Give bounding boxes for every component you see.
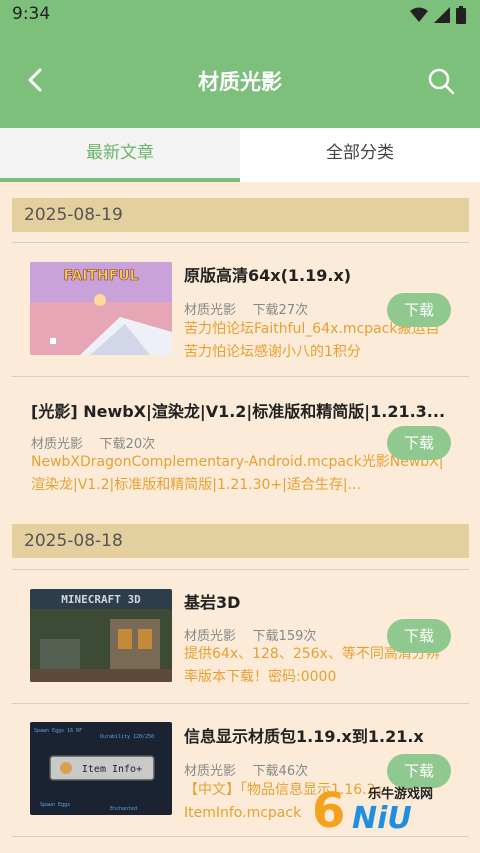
item-category: 材质光影 bbox=[31, 437, 84, 452]
svg-text:Enchanted: Enchanted bbox=[110, 806, 137, 812]
item-thumbnail[interactable]: MINECRAFT 3D bbox=[30, 589, 172, 682]
item-title[interactable]: 基岩3D bbox=[184, 589, 454, 613]
tab-bar: 最新文章 全部分类 bbox=[0, 128, 480, 182]
svg-text:Spawn Eggs 16 RF: Spawn Eggs 16 RF bbox=[34, 728, 82, 734]
item-meta: 材质光影 下载20次 bbox=[31, 433, 155, 452]
search-icon[interactable] bbox=[426, 66, 456, 96]
date-header: 2025-08-19 bbox=[12, 198, 469, 232]
item-meta: 材质光影 下载159次 bbox=[184, 625, 316, 644]
item-thumbnail[interactable]: FAITHFUL bbox=[30, 262, 172, 355]
signal-icon bbox=[434, 7, 450, 23]
download-button[interactable]: 下载 bbox=[387, 426, 451, 460]
download-button[interactable]: 下载 bbox=[387, 293, 451, 327]
item-thumbnail[interactable]: Spawn Eggs 16 RF Durability 120/250 Spaw… bbox=[30, 722, 172, 815]
item-downloads: 下载159次 bbox=[252, 629, 317, 644]
tab-latest-articles[interactable]: 最新文章 bbox=[0, 128, 240, 182]
status-bar: 9:34 bbox=[0, 0, 480, 32]
date-header: 2025-08-18 bbox=[12, 524, 469, 558]
item-meta: 材质光影 下载46次 bbox=[184, 760, 308, 779]
battery-icon bbox=[456, 6, 466, 24]
item-category: 材质光影 bbox=[184, 303, 237, 318]
item-category: 材质光影 bbox=[184, 764, 237, 779]
thumbnail-logo: MINECRAFT 3D bbox=[61, 593, 141, 606]
item-downloads: 下载46次 bbox=[252, 764, 309, 779]
list-item[interactable]: MINECRAFT 3D 基岩3D 材质光影 下载159次 提供64x、128、… bbox=[0, 569, 480, 703]
item-downloads: 下载20次 bbox=[99, 437, 156, 452]
item-title[interactable]: 原版高清64x(1.19.x) bbox=[184, 262, 454, 286]
watermark-brand: NiU bbox=[352, 801, 412, 836]
list-item[interactable]: [光影] NewbX|渲染龙|V1.2|标准版和精简版|1.21.3... 材质… bbox=[0, 376, 480, 518]
svg-text:Durability 120/250: Durability 120/250 bbox=[100, 734, 154, 740]
article-list[interactable]: 2025-08-19 FAITHFUL 原版高清64x(1.19.x) 材质光影… bbox=[0, 182, 480, 853]
item-title[interactable]: [光影] NewbX|渲染龙|V1.2|标准版和精简版|1.21.3... bbox=[31, 398, 451, 422]
watermark-logo-icon: 6 bbox=[312, 783, 346, 839]
wifi-icon bbox=[410, 7, 428, 22]
thumbnail-logo: FAITHFUL bbox=[63, 268, 138, 284]
tab-all-categories[interactable]: 全部分类 bbox=[240, 128, 480, 182]
status-icons bbox=[410, 6, 466, 24]
app-header: 9:34 材质光影 bbox=[0, 0, 480, 128]
page-title: 材质光影 bbox=[198, 70, 282, 94]
item-category: 材质光影 bbox=[184, 629, 237, 644]
item-meta: 材质光影 下载27次 bbox=[184, 299, 308, 318]
thumbnail-logo: Item Info+ bbox=[82, 764, 142, 775]
item-downloads: 下载27次 bbox=[252, 303, 309, 318]
download-button[interactable]: 下载 bbox=[387, 619, 451, 653]
title-bar: 材质光影 bbox=[0, 50, 480, 110]
item-description: NewbXDragonComplementary-Android.mcpack光… bbox=[31, 454, 444, 493]
svg-text:Spawn Eggs: Spawn Eggs bbox=[40, 802, 70, 808]
status-time: 9:34 bbox=[12, 4, 51, 24]
list-item[interactable]: FAITHFUL 原版高清64x(1.19.x) 材质光影 下载27次 苦力怕论… bbox=[0, 242, 480, 376]
site-watermark: 6 乐牛游戏网 NiU bbox=[312, 779, 472, 839]
watermark-text: 乐牛游戏网 bbox=[368, 787, 434, 802]
item-title[interactable]: 信息显示材质包1.19.x到1.21.x bbox=[184, 723, 454, 747]
